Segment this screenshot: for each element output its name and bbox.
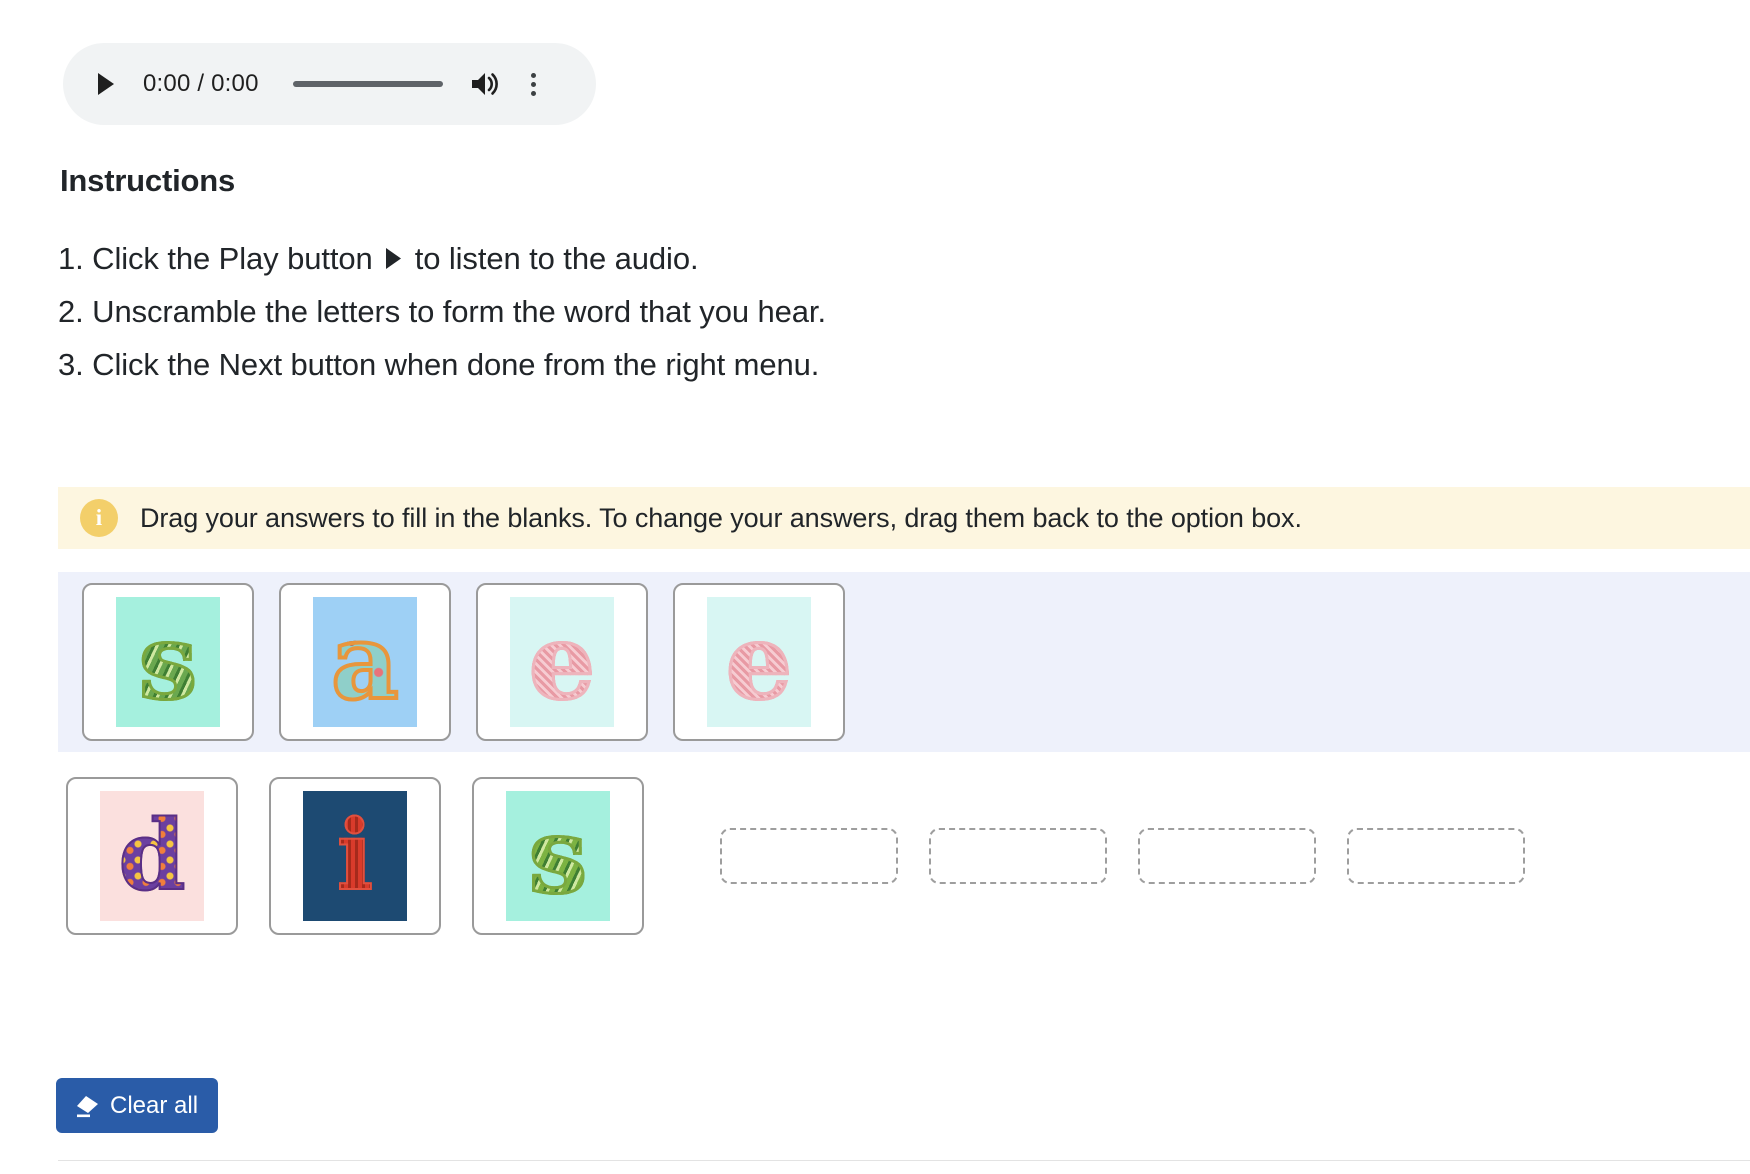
letter-tile-image: s bbox=[506, 791, 610, 921]
audio-player: 0:00 / 0:00 bbox=[63, 43, 596, 125]
answer-blank[interactable] bbox=[720, 828, 898, 884]
letter-tile[interactable]: s bbox=[472, 777, 644, 935]
letter-tile-image: d bbox=[100, 791, 204, 921]
more-options-icon bbox=[531, 90, 537, 96]
letter-tile-image: i bbox=[303, 791, 407, 921]
instructions-heading: Instructions bbox=[60, 163, 236, 198]
letter-tile[interactable]: s bbox=[82, 583, 254, 741]
instruction-step-3: 3. Click the Next button when done from … bbox=[58, 347, 820, 382]
letter-tile-image: e bbox=[510, 597, 614, 727]
eraser-icon bbox=[74, 1094, 100, 1118]
letter-tile-glyph: s bbox=[137, 600, 199, 723]
letter-tile-glyph: a bbox=[329, 600, 400, 723]
instruction-step-2: 2. Unscramble the letters to form the wo… bbox=[58, 294, 826, 329]
more-options-icon bbox=[531, 81, 537, 87]
info-banner-text: Drag your answers to fill in the blanks.… bbox=[140, 502, 1302, 533]
play-button[interactable] bbox=[93, 69, 119, 99]
instructions-list: 1. Click the Play button to listen to th… bbox=[58, 232, 1258, 391]
instruction-step-1-after: to listen to the audio. bbox=[414, 241, 699, 276]
volume-icon bbox=[471, 73, 498, 95]
more-options-button[interactable] bbox=[517, 67, 551, 101]
audio-progress-bar[interactable] bbox=[292, 81, 443, 87]
letter-tile[interactable]: i bbox=[269, 777, 441, 935]
option-box: saee bbox=[58, 572, 1750, 752]
volume-button[interactable] bbox=[469, 69, 503, 99]
letter-tile-glyph: s bbox=[527, 794, 589, 917]
letter-tile[interactable]: e bbox=[476, 583, 648, 741]
more-options-icon bbox=[531, 72, 537, 78]
letter-tile-glyph: i bbox=[336, 799, 374, 912]
letter-tile-image: a bbox=[313, 597, 417, 727]
instruction-step-1: 1. Click the Play button to listen to th… bbox=[58, 232, 1258, 285]
answer-blank[interactable] bbox=[929, 828, 1107, 884]
play-icon bbox=[386, 248, 402, 269]
letter-tile[interactable]: d bbox=[66, 777, 238, 935]
letter-tile[interactable]: a bbox=[279, 583, 451, 741]
letter-tile[interactable]: e bbox=[673, 583, 845, 741]
answer-row: dis bbox=[66, 776, 1750, 936]
clear-all-button[interactable]: Clear all bbox=[56, 1078, 219, 1133]
answer-blank[interactable] bbox=[1347, 828, 1525, 884]
info-banner: i Drag your answers to fill in the blank… bbox=[58, 487, 1750, 549]
letter-tile-image: s bbox=[116, 597, 220, 727]
letter-tile-image: e bbox=[707, 597, 811, 727]
letter-tile-glyph: e bbox=[527, 600, 596, 723]
letter-tile-glyph: d bbox=[117, 799, 186, 912]
play-icon bbox=[98, 73, 114, 95]
audio-time-display: 0:00 / 0:00 bbox=[143, 70, 259, 97]
clear-all-label: Clear all bbox=[110, 1091, 199, 1119]
bottom-divider bbox=[58, 1160, 1750, 1161]
answer-blank[interactable] bbox=[1138, 828, 1316, 884]
letter-tile-glyph: e bbox=[724, 600, 793, 723]
instruction-step-1-before: 1. Click the Play button bbox=[58, 241, 373, 276]
info-icon: i bbox=[80, 499, 118, 537]
